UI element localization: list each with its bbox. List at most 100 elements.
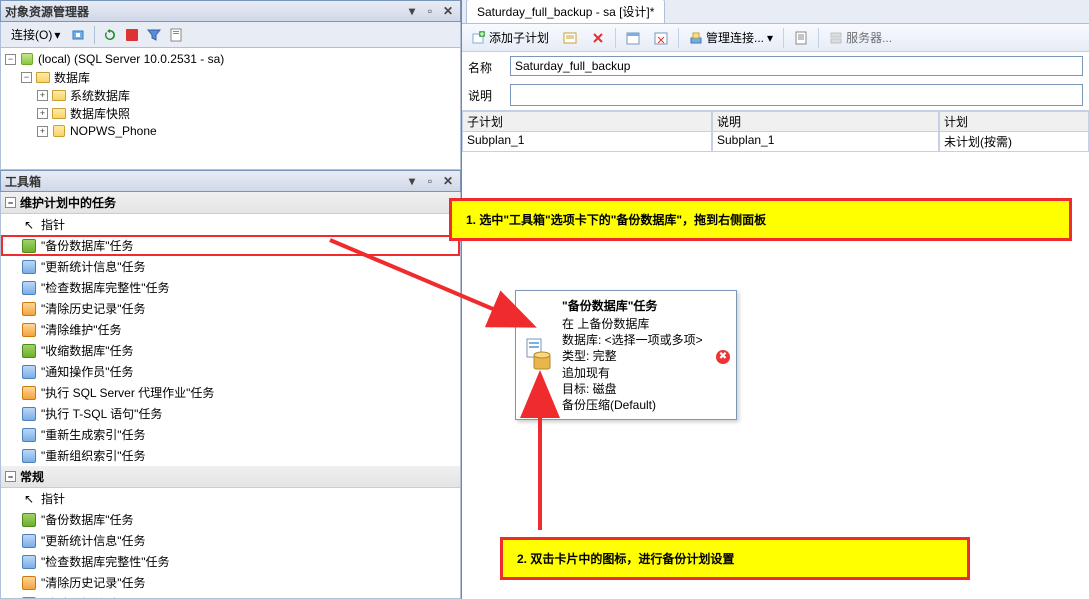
stop-icon[interactable] xyxy=(123,26,141,44)
item-label: "检查数据库完整性"任务 xyxy=(41,553,170,570)
task-card-line: 数据库: <选择一项或多项> xyxy=(562,332,730,348)
pointer-icon xyxy=(21,491,37,507)
item-label: "备份数据库"任务 xyxy=(41,511,134,528)
toolbox-item-backup-db[interactable]: "备份数据库"任务 xyxy=(1,235,460,256)
toolbox-item-rebuild-index[interactable]: "重新生成索引"任务 xyxy=(1,424,460,445)
toolbox-item-update-stats[interactable]: "更新统计信息"任务 xyxy=(1,256,460,277)
manage-connections-button[interactable]: 管理连接...▾ xyxy=(685,27,777,49)
calendar-x-icon xyxy=(654,31,668,45)
item-label: "执行 SQL Server 代理作业"任务 xyxy=(41,384,214,401)
report-icon[interactable] xyxy=(167,26,185,44)
tree-node-databases[interactable]: − 数据库 xyxy=(3,68,458,86)
tree-label: 数据库 xyxy=(54,69,90,86)
backup-task-card[interactable]: "备份数据库"任务 在 上备份数据库 数据库: <选择一项或多项> 类型: 完整… xyxy=(515,290,737,420)
connect-button[interactable]: 连接(O) ▾ xyxy=(5,25,66,45)
toolbox-item-backup-db[interactable]: "备份数据库"任务 xyxy=(1,509,460,530)
desc-label: 说明 xyxy=(468,84,504,104)
tree-node-snapshot[interactable]: +数据库快照 xyxy=(3,104,458,122)
toolbox-body[interactable]: −维护计划中的任务 指针 "备份数据库"任务 "更新统计信息"任务 "检查数据库… xyxy=(0,192,461,599)
disconnect-icon[interactable] xyxy=(70,26,88,44)
close-icon[interactable]: ✕ xyxy=(440,173,456,189)
toolbox-item-shrink-db[interactable]: "收缩数据库"任务 xyxy=(1,340,460,361)
item-label: "清除维护"任务 xyxy=(41,321,122,338)
servers-label: 服务器... xyxy=(846,29,892,46)
tree-node-nopws[interactable]: + NOPWS_Phone xyxy=(3,122,458,140)
name-input[interactable] xyxy=(510,56,1083,76)
toolbox-item-exec-job[interactable]: "执行 SQL Server 代理作业"任务 xyxy=(1,382,460,403)
task-card-line: 追加现有 xyxy=(562,365,730,381)
toolbox-item-clean-maint[interactable]: "清除维护"任务 xyxy=(1,593,460,599)
document-tab[interactable]: Saturday_full_backup - sa [设计]* xyxy=(466,0,665,23)
log-button[interactable] xyxy=(790,27,812,49)
expand-icon[interactable]: + xyxy=(37,90,48,101)
refresh-icon[interactable] xyxy=(101,26,119,44)
dropdown-icon[interactable]: ▾ xyxy=(404,173,420,189)
toolbox-item-clean-maint[interactable]: "清除维护"任务 xyxy=(1,319,460,340)
edit-subplan-button[interactable] xyxy=(559,27,581,49)
schedule-button[interactable] xyxy=(622,27,644,49)
add-subplan-button[interactable]: 添加子计划 xyxy=(468,27,553,49)
document-tabs: Saturday_full_backup - sa [设计]* xyxy=(462,0,1089,24)
remove-schedule-button[interactable] xyxy=(650,27,672,49)
collapse-icon[interactable]: − xyxy=(5,471,16,482)
expand-icon[interactable]: + xyxy=(37,126,48,137)
item-label: "更新统计信息"任务 xyxy=(41,532,146,549)
rebuild-icon xyxy=(21,427,37,443)
item-label: "通知操作员"任务 xyxy=(41,363,134,380)
task-card-title: "备份数据库"任务 xyxy=(562,297,730,314)
toolbox-group-maintenance[interactable]: −维护计划中的任务 xyxy=(1,192,460,214)
integrity-icon xyxy=(21,280,37,296)
toolbox-item-clean-history[interactable]: "清除历史记录"任务 xyxy=(1,298,460,319)
group-label: 常规 xyxy=(20,468,44,485)
pin-icon[interactable]: ▫ xyxy=(422,173,438,189)
close-icon[interactable]: ✕ xyxy=(440,3,456,19)
tree-node-server[interactable]: −(local) (SQL Server 10.0.2531 - sa) xyxy=(3,50,458,68)
notify-icon xyxy=(21,364,37,380)
task-card-icon[interactable] xyxy=(522,297,556,413)
toolbox-item-notify-op[interactable]: "通知操作员"任务 xyxy=(1,361,460,382)
integrity-icon xyxy=(21,554,37,570)
toolbox-group-general[interactable]: −常规 xyxy=(1,466,460,488)
delete-subplan-button[interactable] xyxy=(587,27,609,49)
filter-icon[interactable] xyxy=(145,26,163,44)
pointer-icon xyxy=(21,217,37,233)
manage-conn-label: 管理连接... xyxy=(706,29,764,46)
toolbox-item-update-stats[interactable]: "更新统计信息"任务 xyxy=(1,530,460,551)
collapse-icon[interactable]: − xyxy=(21,72,32,83)
item-label: "备份数据库"任务 xyxy=(41,237,134,254)
toolbox-item-pointer[interactable]: 指针 xyxy=(1,488,460,509)
tab-label: Saturday_full_backup - sa [设计]* xyxy=(477,5,654,19)
designer-toolbar: 添加子计划 管理连接...▾ 服务器... xyxy=(462,24,1089,52)
toolbox-item-reorg-index[interactable]: "重新组织索引"任务 xyxy=(1,445,460,466)
add-subplan-label: 添加子计划 xyxy=(489,29,549,46)
expand-icon[interactable]: + xyxy=(37,108,48,119)
toolbox-item-exec-tsql[interactable]: "执行 T-SQL 语句"任务 xyxy=(1,403,460,424)
edit-icon xyxy=(563,31,577,45)
collapse-icon[interactable]: − xyxy=(5,54,16,65)
item-label: "重新生成索引"任务 xyxy=(41,426,146,443)
chevron-down-icon: ▾ xyxy=(767,31,773,45)
tree-label: NOPWS_Phone xyxy=(70,124,157,138)
subplan-grid[interactable]: 子计划 说明 计划 Subplan_1 Subplan_1 未计划(按需) xyxy=(462,110,1089,152)
item-label: "收缩数据库"任务 xyxy=(41,342,134,359)
col-subplan: 子计划 xyxy=(462,111,712,132)
dropdown-icon[interactable]: ▾ xyxy=(404,3,420,19)
subplan-row[interactable]: Subplan_1 Subplan_1 未计划(按需) xyxy=(462,132,1089,152)
calendar-icon xyxy=(626,31,640,45)
pin-icon[interactable]: ▫ xyxy=(422,3,438,19)
object-explorer-tree[interactable]: −(local) (SQL Server 10.0.2531 - sa) − 数据… xyxy=(0,48,461,170)
toolbox-item-clean-history[interactable]: "清除历史记录"任务 xyxy=(1,572,460,593)
toolbox-item-check-integrity[interactable]: "检查数据库完整性"任务 xyxy=(1,277,460,298)
item-label: "清除维护"任务 xyxy=(41,595,122,599)
tree-node-sysdb[interactable]: +系统数据库 xyxy=(3,86,458,104)
stats-icon xyxy=(21,259,37,275)
callout-text: 1. 选中"工具箱"选项卡下的"备份数据库"，拖到右侧面板 xyxy=(466,213,766,227)
toolbox-item-pointer[interactable]: 指针 xyxy=(1,214,460,235)
toolbox-title: 工具箱 xyxy=(5,173,402,190)
collapse-icon[interactable]: − xyxy=(5,197,16,208)
task-card-line: 备份压缩(Default) xyxy=(562,397,730,413)
desc-input[interactable] xyxy=(510,84,1083,106)
annotation-callout-1: 1. 选中"工具箱"选项卡下的"备份数据库"，拖到右侧面板 xyxy=(449,198,1072,241)
item-label: "清除历史记录"任务 xyxy=(41,300,146,317)
toolbox-item-check-integrity[interactable]: "检查数据库完整性"任务 xyxy=(1,551,460,572)
